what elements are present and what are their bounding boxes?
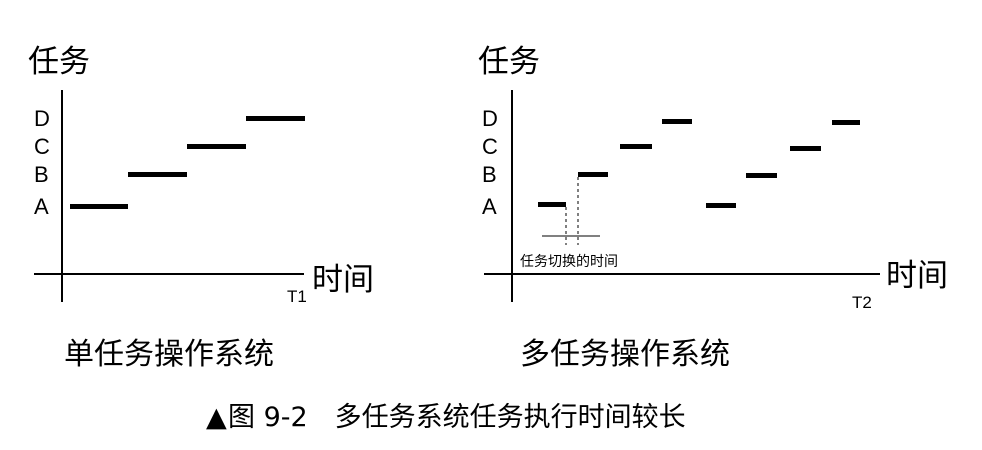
right-bar-task-d-2 bbox=[832, 120, 860, 125]
left-bar-task-c bbox=[187, 144, 246, 149]
right-task-label-d: D bbox=[482, 106, 498, 131]
figure-canvas: 任务 D C B A T1 时间 单任务操作系统 任务 D C B A 任务切换… bbox=[28, 44, 948, 433]
switch-annotation: 任务切换的时间 bbox=[520, 253, 618, 270]
right-x-axis-label: 时间 bbox=[886, 258, 948, 294]
right-task-label-c: C bbox=[482, 134, 498, 159]
right-bar-task-b-2 bbox=[746, 173, 777, 178]
left-task-label-b: B bbox=[34, 162, 49, 187]
left-subtitle: 单任务操作系统 bbox=[64, 337, 274, 372]
right-end-marker: T2 bbox=[852, 293, 872, 312]
left-bar-task-b bbox=[128, 172, 187, 177]
right-bar-task-c-1 bbox=[620, 144, 652, 149]
right-task-label-b: B bbox=[482, 162, 497, 187]
right-subtitle: 多任务操作系统 bbox=[520, 337, 730, 372]
figure-caption: ▲ 图 9-2 多任务系统任务执行时间较长 bbox=[206, 402, 686, 433]
left-bar-task-d bbox=[246, 116, 305, 121]
right-bar-task-b-1 bbox=[578, 172, 608, 177]
right-bar-task-d-1 bbox=[662, 119, 692, 124]
caption-marker-icon: ▲ bbox=[206, 402, 227, 433]
caption-text: 图 9-2 多任务系统任务执行时间较长 bbox=[228, 402, 686, 433]
left-end-marker: T1 bbox=[287, 287, 307, 306]
right-bar-task-a-2 bbox=[706, 203, 736, 208]
left-task-label-c: C bbox=[34, 134, 50, 159]
left-x-axis-label: 时间 bbox=[312, 262, 374, 298]
right-bar-task-c-2 bbox=[790, 146, 821, 151]
right-task-label-a: A bbox=[482, 194, 497, 219]
left-task-label-a: A bbox=[34, 194, 49, 219]
left-y-axis-label: 任务 bbox=[28, 44, 90, 80]
left-task-label-d: D bbox=[34, 106, 50, 131]
right-y-axis-label: 任务 bbox=[478, 44, 540, 80]
multi-task-diagram: 任务 D C B A 任务切换的时间 T2 时间 多任务操作系统 bbox=[478, 44, 948, 372]
left-bar-task-a bbox=[70, 204, 128, 209]
right-bar-task-a-1 bbox=[538, 202, 566, 207]
task-switch-marker: 任务切换的时间 bbox=[520, 177, 618, 270]
single-task-diagram: 任务 D C B A T1 时间 单任务操作系统 bbox=[28, 44, 374, 372]
